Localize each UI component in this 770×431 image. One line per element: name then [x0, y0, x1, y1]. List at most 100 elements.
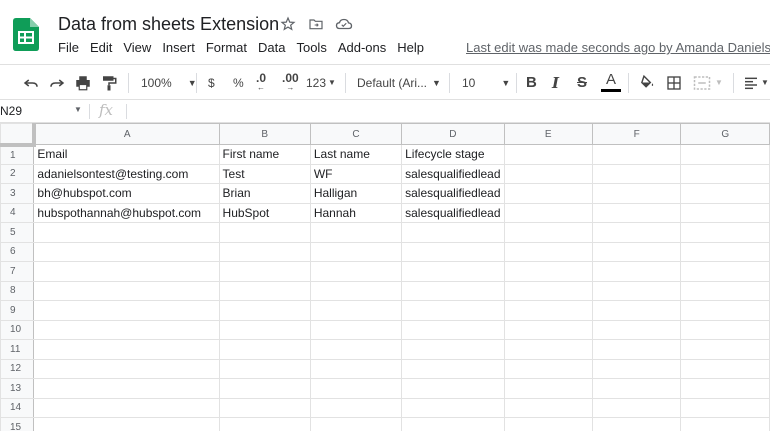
cell[interactable]	[33, 397, 220, 418]
zoom-select[interactable]: 100% ▼	[141, 65, 197, 100]
cell[interactable]	[680, 202, 770, 223]
cell[interactable]	[33, 261, 220, 282]
cell[interactable]: WF	[309, 163, 403, 184]
row-header[interactable]: 1	[0, 144, 35, 165]
borders-icon[interactable]	[666, 65, 682, 100]
cell[interactable]	[680, 144, 770, 165]
cell[interactable]	[680, 183, 770, 204]
menu-data[interactable]: Data	[258, 40, 285, 55]
cell[interactable]	[591, 261, 682, 282]
cell[interactable]	[33, 417, 220, 431]
cell[interactable]	[591, 417, 682, 431]
cell[interactable]	[401, 378, 505, 399]
cell[interactable]: salesqualifiedlead	[401, 183, 505, 204]
decrease-decimal-button[interactable]: .0 ←	[256, 65, 266, 100]
row-header[interactable]: 12	[0, 358, 35, 379]
row-header[interactable]: 3	[0, 183, 35, 204]
cell[interactable]	[218, 378, 311, 399]
column-header[interactable]: G	[680, 123, 770, 145]
cell[interactable]	[503, 222, 593, 243]
cell[interactable]	[218, 358, 311, 379]
cell[interactable]	[401, 319, 505, 340]
cell[interactable]	[218, 417, 311, 431]
cell[interactable]	[591, 319, 682, 340]
increase-decimal-button[interactable]: .00 →	[282, 65, 299, 100]
cell[interactable]	[680, 222, 770, 243]
cell[interactable]	[591, 222, 682, 243]
cell[interactable]: Last name	[309, 144, 403, 165]
cell[interactable]	[401, 241, 505, 262]
menu-tools[interactable]: Tools	[296, 40, 326, 55]
cell[interactable]	[309, 358, 403, 379]
cell[interactable]	[503, 280, 593, 301]
column-header[interactable]: D	[401, 123, 505, 145]
row-header[interactable]: 15	[0, 417, 35, 431]
cell[interactable]	[218, 222, 311, 243]
cell[interactable]	[503, 319, 593, 340]
cell[interactable]	[503, 183, 593, 204]
horizontal-align-icon[interactable]: ▼	[743, 65, 769, 100]
cell[interactable]	[680, 241, 770, 262]
row-header[interactable]: 2	[0, 163, 35, 184]
cell[interactable]	[33, 339, 220, 360]
cell[interactable]	[503, 241, 593, 262]
cell[interactable]	[33, 358, 220, 379]
cloud-status-icon[interactable]	[335, 15, 353, 33]
cell[interactable]	[401, 300, 505, 321]
cell[interactable]	[401, 280, 505, 301]
cell[interactable]	[401, 261, 505, 282]
row-header[interactable]: 5	[0, 222, 35, 243]
cell[interactable]	[680, 358, 770, 379]
google-sheets-logo-icon[interactable]	[13, 18, 39, 51]
cell[interactable]	[591, 144, 682, 165]
cell[interactable]	[680, 300, 770, 321]
cell[interactable]: Email	[33, 144, 220, 165]
cell[interactable]: Brian	[218, 183, 311, 204]
cell[interactable]	[401, 339, 505, 360]
cell[interactable]: HubSpot	[218, 202, 311, 223]
column-header[interactable]: F	[591, 123, 682, 145]
cell[interactable]	[309, 280, 403, 301]
cell[interactable]	[309, 397, 403, 418]
cell[interactable]	[309, 300, 403, 321]
percent-format-button[interactable]: %	[233, 65, 244, 100]
redo-icon[interactable]	[48, 65, 66, 100]
cell[interactable]	[680, 397, 770, 418]
cell[interactable]	[591, 300, 682, 321]
cell[interactable]	[401, 358, 505, 379]
cell[interactable]	[680, 378, 770, 399]
cell[interactable]	[401, 397, 505, 418]
menu-addons[interactable]: Add-ons	[338, 40, 386, 55]
cell[interactable]	[309, 378, 403, 399]
paint-format-icon[interactable]	[100, 65, 118, 100]
cell[interactable]	[591, 163, 682, 184]
cell[interactable]	[503, 163, 593, 184]
row-header[interactable]: 8	[0, 280, 35, 301]
more-formats-button[interactable]: 123 ▼	[306, 65, 336, 100]
cell[interactable]	[680, 280, 770, 301]
cell[interactable]	[33, 241, 220, 262]
column-header[interactable]: C	[309, 123, 403, 145]
star-icon[interactable]	[279, 15, 297, 33]
cell[interactable]: Hannah	[309, 202, 403, 223]
cell[interactable]	[33, 280, 220, 301]
cell[interactable]	[218, 319, 311, 340]
cell[interactable]: First name	[218, 144, 311, 165]
cell[interactable]	[33, 319, 220, 340]
cell[interactable]	[680, 163, 770, 184]
cell[interactable]	[503, 300, 593, 321]
merge-cells-icon[interactable]: ▼	[693, 65, 723, 100]
last-edit-link[interactable]: Last edit was made seconds ago by Amanda…	[466, 40, 770, 55]
cell[interactable]	[680, 261, 770, 282]
cell[interactable]	[591, 241, 682, 262]
column-header[interactable]: E	[503, 123, 593, 145]
menu-edit[interactable]: Edit	[90, 40, 112, 55]
cell[interactable]	[309, 417, 403, 431]
cell[interactable]: Halligan	[309, 183, 403, 204]
cell[interactable]	[218, 300, 311, 321]
cell[interactable]	[503, 397, 593, 418]
cell[interactable]	[503, 378, 593, 399]
cell[interactable]	[33, 300, 220, 321]
cell[interactable]	[218, 241, 311, 262]
cell[interactable]	[218, 339, 311, 360]
